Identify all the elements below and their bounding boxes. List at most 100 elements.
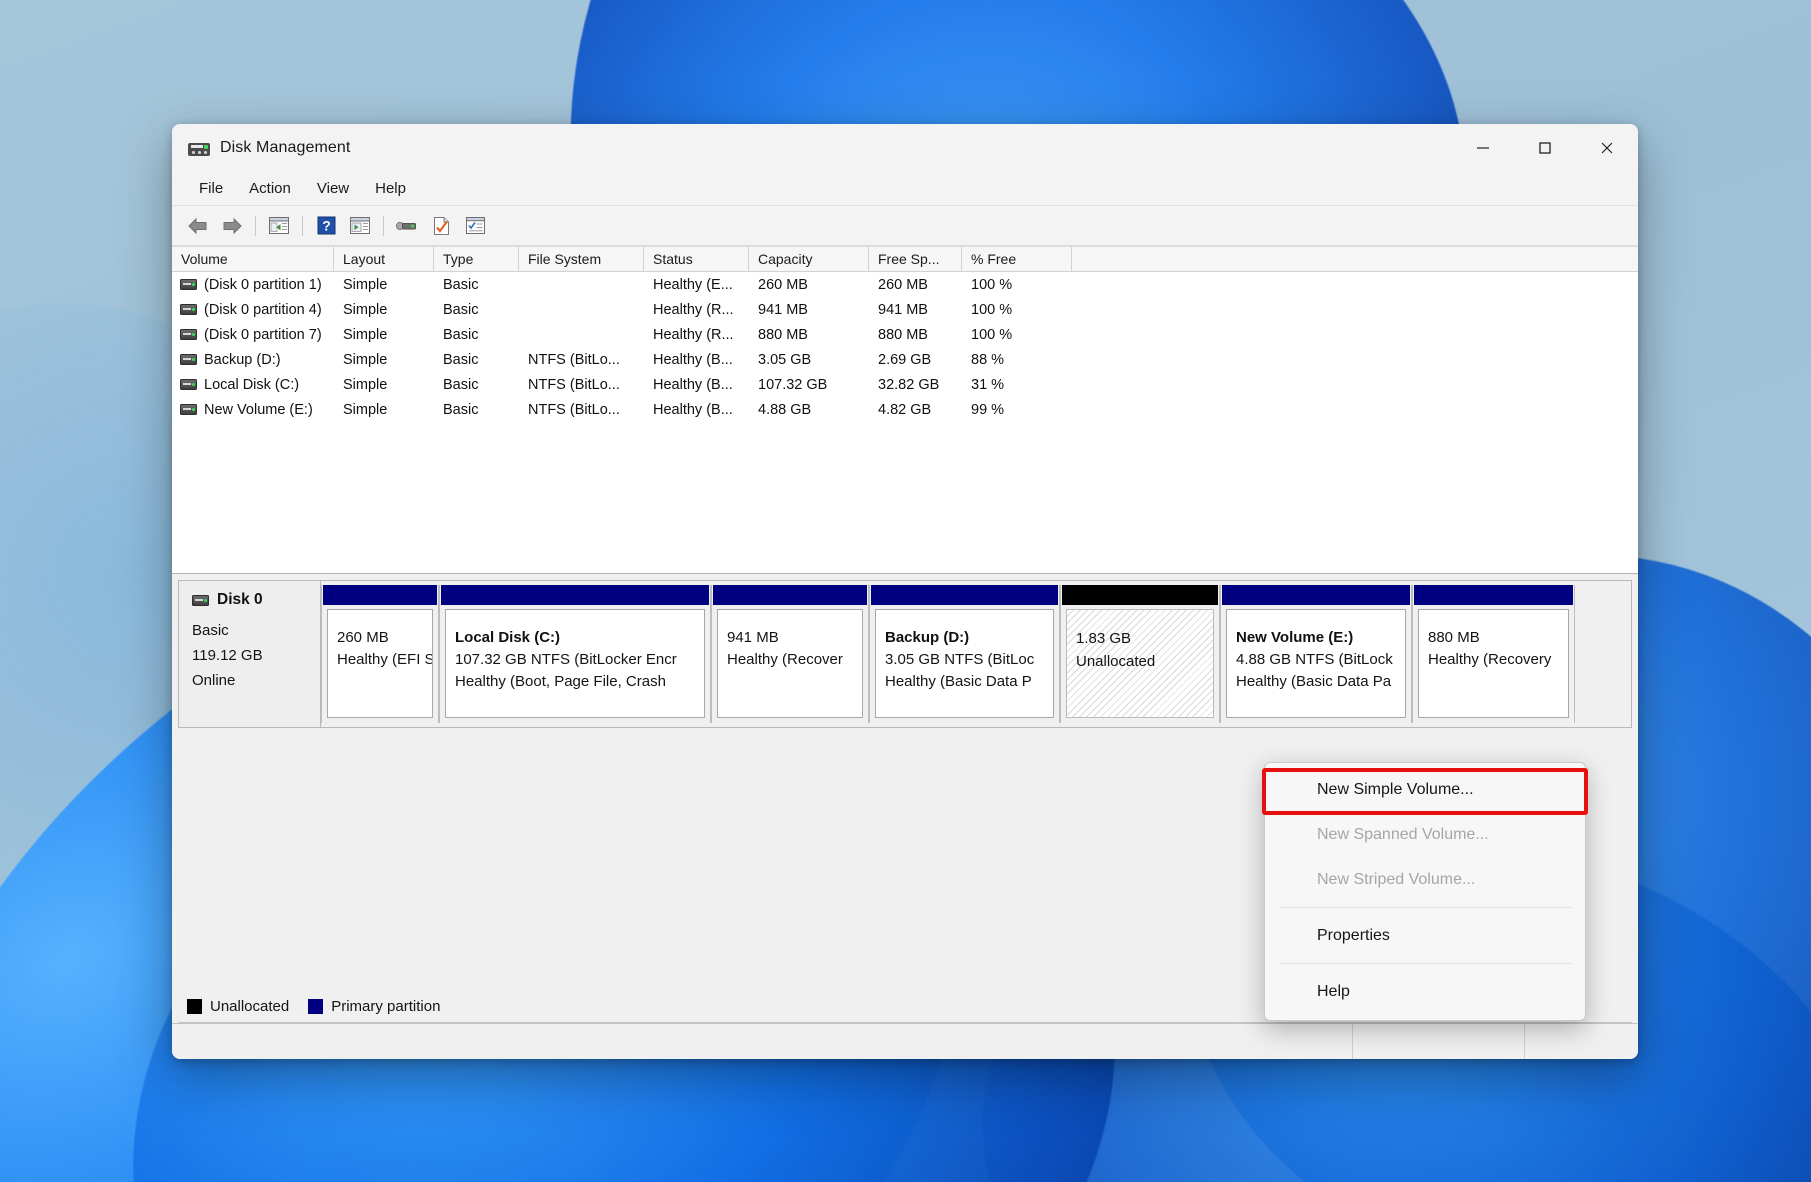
drive-icon xyxy=(180,304,197,315)
menu-item-help[interactable]: Help xyxy=(362,176,419,201)
table-row[interactable]: Backup (D:) Simple Basic NTFS (BitLo... … xyxy=(172,347,1638,372)
partition-status-line: Healthy (Basic Data P xyxy=(885,671,1053,693)
cell-type: Basic xyxy=(434,377,519,393)
maximize-button[interactable] xyxy=(1514,124,1576,172)
partition-size-line: 4.88 GB NTFS (BitLock xyxy=(1236,649,1405,671)
cell-capacity: 4.88 GB xyxy=(749,402,869,418)
disk-info-panel[interactable]: Disk 0 Basic 119.12 GB Online xyxy=(178,580,321,728)
help-icon[interactable]: ? xyxy=(310,211,342,241)
status-bar-segment-3 xyxy=(1525,1024,1638,1059)
cell-type: Basic xyxy=(434,327,519,343)
cell-free-space: 941 MB xyxy=(869,302,962,318)
partition-color-bar xyxy=(441,585,709,605)
column-header-percent-free[interactable]: % Free xyxy=(962,247,1072,271)
context-menu-item-properties[interactable]: Properties xyxy=(1265,913,1585,958)
partition-name: Backup (D:) xyxy=(885,627,1053,649)
cell-capacity: 260 MB xyxy=(749,277,869,293)
partition-size-line: 880 MB xyxy=(1428,627,1568,649)
toolbar: ? xyxy=(172,206,1638,246)
forward-arrow-icon[interactable] xyxy=(216,211,248,241)
partition-body: 880 MB Healthy (Recovery xyxy=(1418,609,1569,718)
legend-swatch-unallocated xyxy=(187,999,202,1014)
context-menu-item-help[interactable]: Help xyxy=(1265,969,1585,1014)
partition-block-backup-d[interactable]: Backup (D:) 3.05 GB NTFS (BitLoc Healthy… xyxy=(869,585,1060,723)
partition-block-recovery-941mb[interactable]: 941 MB Healthy (Recover xyxy=(711,585,869,723)
table-row[interactable]: New Volume (E:) Simple Basic NTFS (BitLo… xyxy=(172,397,1638,422)
column-header-file-system[interactable]: File System xyxy=(519,247,644,271)
rescan-disks-icon[interactable] xyxy=(391,211,423,241)
partition-color-bar xyxy=(1414,585,1573,605)
menu-item-view[interactable]: View xyxy=(304,176,362,201)
table-row[interactable]: (Disk 0 partition 4) Simple Basic Health… xyxy=(172,297,1638,322)
status-bar-segment-1 xyxy=(172,1024,1353,1059)
cell-percent-free: 100 % xyxy=(962,277,1072,293)
cell-volume-label: (Disk 0 partition 4) xyxy=(204,302,322,318)
volume-list-pane: Volume Layout Type File System Status Ca… xyxy=(172,246,1638,574)
cell-volume: New Volume (E:) xyxy=(172,402,334,418)
partition-size-line: 1.83 GB xyxy=(1076,627,1213,650)
partition-status-line: Healthy (Recovery xyxy=(1428,649,1568,671)
show-hide-console-tree-icon[interactable] xyxy=(263,211,295,241)
legend-swatch-primary-partition xyxy=(308,999,323,1014)
minimize-button[interactable] xyxy=(1452,124,1514,172)
status-bar xyxy=(172,1023,1638,1059)
back-arrow-icon[interactable] xyxy=(182,211,214,241)
legend-label-primary-partition: Primary partition xyxy=(331,998,440,1015)
show-hide-action-pane-icon[interactable] xyxy=(344,211,376,241)
menu-item-action[interactable]: Action xyxy=(236,176,304,201)
partition-block-new-volume-e[interactable]: New Volume (E:) 4.88 GB NTFS (BitLock He… xyxy=(1220,585,1412,723)
partition-status-line: Healthy (EFI S xyxy=(337,649,432,671)
cell-percent-free: 31 % xyxy=(962,377,1072,393)
disk-name: Disk 0 xyxy=(217,591,263,609)
partition-block-local-disk-c[interactable]: Local Disk (C:) 107.32 GB NTFS (BitLocke… xyxy=(439,585,711,723)
context-menu-separator-2 xyxy=(1279,963,1571,964)
cell-percent-free: 100 % xyxy=(962,302,1072,318)
svg-text:?: ? xyxy=(322,218,331,234)
menu-item-file[interactable]: File xyxy=(186,176,236,201)
cell-percent-free: 100 % xyxy=(962,327,1072,343)
disk-0-row: Disk 0 Basic 119.12 GB Online 260 MB Hea… xyxy=(178,580,1632,728)
partition-status-line: Healthy (Recover xyxy=(727,649,862,671)
cell-volume: (Disk 0 partition 4) xyxy=(172,302,334,318)
disk-management-icon xyxy=(188,140,210,156)
column-header-capacity[interactable]: Capacity xyxy=(749,247,869,271)
partition-block-unallocated[interactable]: 1.83 GB Unallocated xyxy=(1060,585,1220,723)
cell-volume: Local Disk (C:) xyxy=(172,377,334,393)
partition-block-efi[interactable]: 260 MB Healthy (EFI S xyxy=(321,585,439,723)
cell-free-space: 32.82 GB xyxy=(869,377,962,393)
partition-block-recovery-880mb[interactable]: 880 MB Healthy (Recovery xyxy=(1412,585,1575,723)
column-header-type[interactable]: Type xyxy=(434,247,519,271)
column-header-status[interactable]: Status xyxy=(644,247,749,271)
cell-volume: (Disk 0 partition 1) xyxy=(172,277,334,293)
title-bar[interactable]: Disk Management xyxy=(172,124,1638,172)
properties-icon[interactable] xyxy=(425,211,457,241)
cell-layout: Simple xyxy=(334,402,434,418)
column-header-free-space[interactable]: Free Sp... xyxy=(869,247,962,271)
cell-volume-label: Backup (D:) xyxy=(204,352,281,368)
drive-icon xyxy=(192,595,209,606)
list-view-icon[interactable] xyxy=(459,211,491,241)
column-header-layout[interactable]: Layout xyxy=(334,247,434,271)
volume-list-body: (Disk 0 partition 1) Simple Basic Health… xyxy=(172,272,1638,422)
table-row[interactable]: (Disk 0 partition 7) Simple Basic Health… xyxy=(172,322,1638,347)
table-row[interactable]: Local Disk (C:) Simple Basic NTFS (BitLo… xyxy=(172,372,1638,397)
column-header-volume[interactable]: Volume xyxy=(172,247,334,271)
cell-capacity: 3.05 GB xyxy=(749,352,869,368)
partition-color-bar xyxy=(323,585,437,605)
context-menu-item-new-simple-volume[interactable]: New Simple Volume... xyxy=(1265,767,1585,812)
disk-name-row: Disk 0 xyxy=(192,591,320,609)
cell-volume: Backup (D:) xyxy=(172,352,334,368)
legend-item-primary-partition: Primary partition xyxy=(308,998,440,1015)
close-button[interactable] xyxy=(1576,124,1638,172)
context-menu: New Simple Volume... New Spanned Volume.… xyxy=(1264,762,1586,1021)
partition-color-bar xyxy=(713,585,867,605)
partition-color-bar xyxy=(871,585,1058,605)
cell-free-space: 4.82 GB xyxy=(869,402,962,418)
partition-name: New Volume (E:) xyxy=(1236,627,1405,649)
cell-percent-free: 88 % xyxy=(962,352,1072,368)
column-header-filler[interactable] xyxy=(1072,247,1638,271)
table-row[interactable]: (Disk 0 partition 1) Simple Basic Health… xyxy=(172,272,1638,297)
partition-color-bar xyxy=(1062,585,1218,605)
cell-status: Healthy (E... xyxy=(644,277,749,293)
cell-volume-label: New Volume (E:) xyxy=(204,402,313,418)
